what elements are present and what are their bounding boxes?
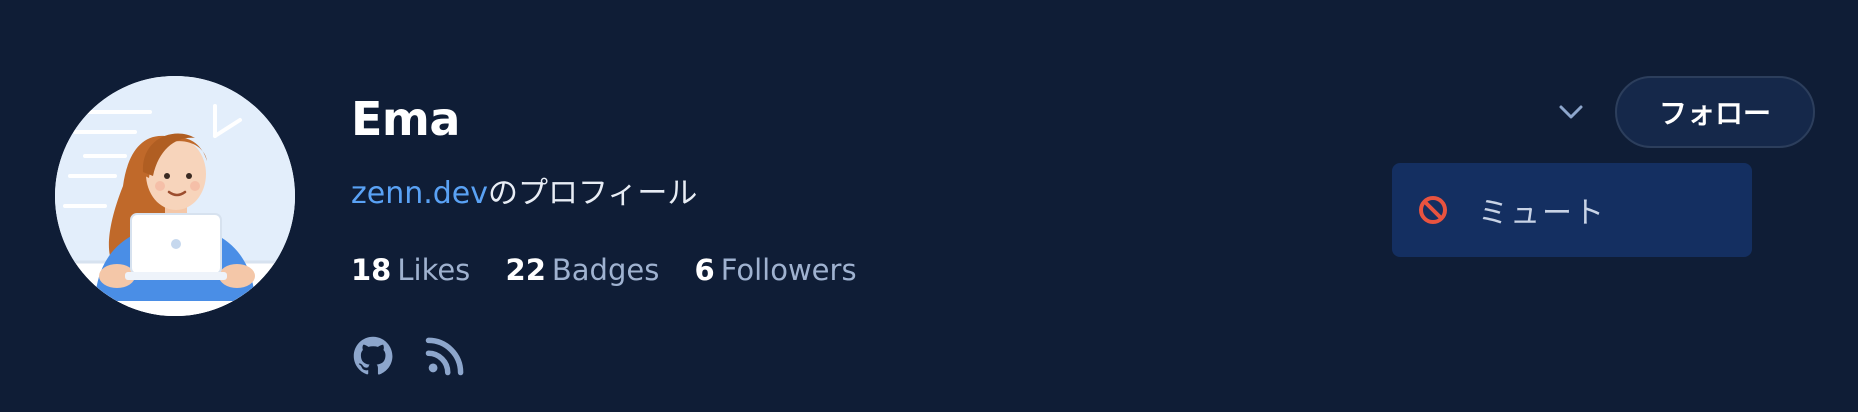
profile-suffix: のプロフィール xyxy=(488,176,698,211)
stat-likes[interactable]: 18 Likes xyxy=(351,250,470,290)
user-profile-header: Ema zenn.devのプロフィール 18 Likes 22 Badges 6 Fo… xyxy=(0,0,1858,412)
github-icon[interactable] xyxy=(351,334,395,378)
stat-label: Likes xyxy=(397,253,471,287)
stat-badges[interactable]: 22 Badges xyxy=(506,250,660,290)
rss-icon[interactable] xyxy=(423,334,467,378)
stat-label: Followers xyxy=(720,253,857,287)
social-links xyxy=(351,334,467,378)
stat-value: 6 xyxy=(694,253,715,287)
site-link[interactable]: zenn.dev xyxy=(351,176,488,211)
prohibited-icon xyxy=(1419,196,1447,224)
stat-label: Badges xyxy=(551,253,660,287)
stat-followers[interactable]: 6 Followers xyxy=(695,250,857,290)
profile-subtitle: zenn.devのプロフィール xyxy=(351,174,697,214)
stat-value: 18 xyxy=(351,253,392,287)
mute-label: ミュート xyxy=(1478,196,1606,231)
stat-value: 22 xyxy=(505,253,546,287)
avatar xyxy=(55,76,295,316)
avatar-illustration xyxy=(55,76,295,316)
chevron-down-icon[interactable] xyxy=(1555,96,1587,128)
dropdown-menu: ミュート xyxy=(1392,163,1752,257)
profile-name: Ema xyxy=(351,92,460,146)
follow-button[interactable]: フォロー xyxy=(1615,76,1815,148)
profile-stats: 18 Likes 22 Badges 6 Followers xyxy=(351,250,883,290)
mute-menu-item[interactable]: ミュート xyxy=(1392,163,1752,257)
